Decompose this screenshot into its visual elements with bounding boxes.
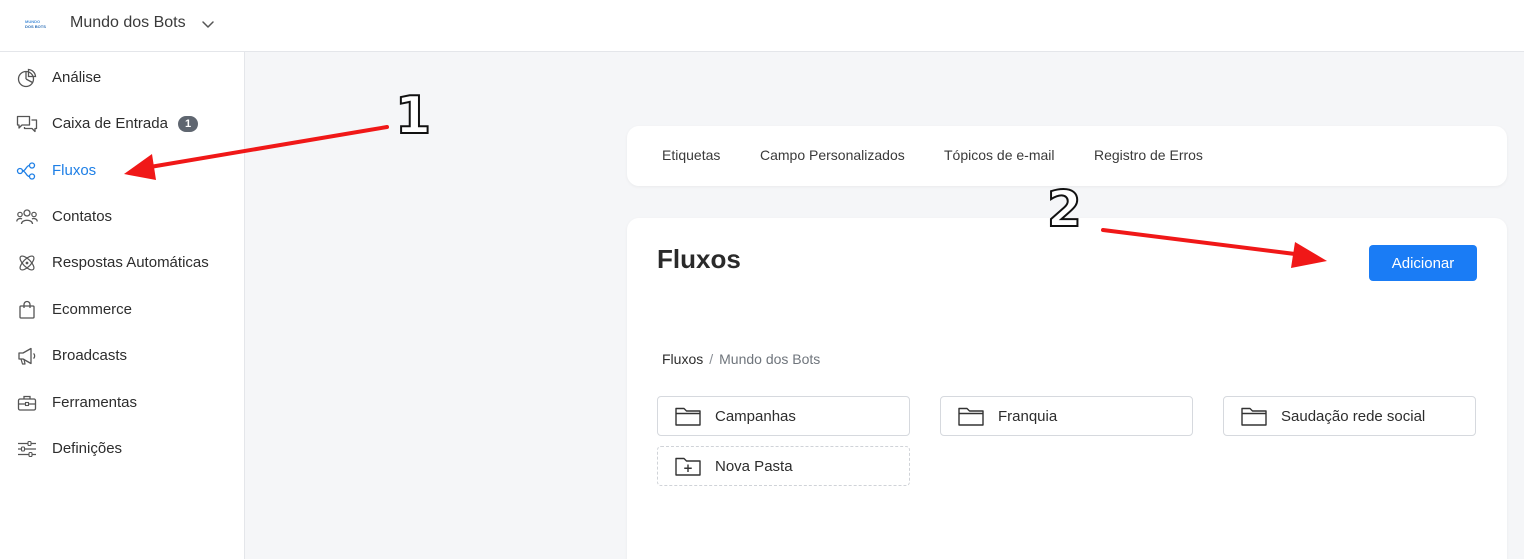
- add-button[interactable]: Adicionar: [1369, 245, 1477, 281]
- sidebar-item-respostas-automaticas[interactable]: Respostas Automáticas: [0, 243, 244, 283]
- unread-count-badge: 1: [178, 116, 198, 132]
- folder-icon: [675, 407, 701, 426]
- flow-nodes-icon: [16, 162, 36, 180]
- sidebar-item-label: Fluxos: [52, 162, 97, 179]
- tab-etiquetas[interactable]: Etiquetas: [662, 147, 720, 163]
- brand-logo[interactable]: MUNDO DOS BOTS: [25, 17, 53, 31]
- atom-icon: [19, 255, 35, 271]
- new-folder-button[interactable]: Nova Pasta: [657, 446, 910, 486]
- sidebar: Análise Caixa de Entrada 1 Fluxos Contat…: [0, 52, 245, 559]
- flows-panel: Fluxos Adicionar Fluxos / Mundo dos Bots C…: [627, 218, 1507, 559]
- folder-icon: [958, 407, 984, 426]
- chevron-down-icon[interactable]: [201, 17, 215, 31]
- sidebar-item-ferramentas[interactable]: Ferramentas: [0, 383, 244, 423]
- sliders-icon: [18, 440, 36, 458]
- sidebar-item-definicoes[interactable]: Definições: [0, 429, 244, 469]
- chat-bubbles-icon: [16, 115, 38, 133]
- sidebar-item-label: Respostas Automáticas: [52, 254, 209, 271]
- breadcrumb: Fluxos / Mundo dos Bots: [662, 351, 820, 367]
- breadcrumb-current: Mundo dos Bots: [719, 351, 821, 367]
- sidebar-item-label: Ferramentas: [52, 394, 138, 411]
- folder-plus-icon: [675, 457, 701, 476]
- tab-topicos-de-email[interactable]: Tópicos de e-mail: [944, 147, 1055, 163]
- sidebar-item-fluxos[interactable]: Fluxos: [0, 151, 244, 191]
- sidebar-item-broadcasts[interactable]: Broadcasts: [0, 336, 244, 376]
- top-bar: MUNDO DOS BOTS Mundo dos Bots: [0, 0, 1524, 52]
- logo-line-2: DOS BOTS: [25, 23, 46, 29]
- workspace-name[interactable]: Mundo dos Bots: [70, 14, 186, 32]
- pie-chart-icon: [17, 68, 37, 88]
- users-icon: [16, 209, 38, 225]
- folder-icon: [1241, 407, 1267, 426]
- sidebar-item-analise[interactable]: Análise: [0, 58, 244, 98]
- sidebar-item-label: Análise: [52, 69, 102, 86]
- megaphone-icon: [18, 347, 36, 365]
- sidebar-item-label: Contatos: [52, 208, 113, 225]
- folder-label: Campanhas: [715, 408, 796, 425]
- page-title: Fluxos: [657, 244, 741, 274]
- breadcrumb-separator: /: [709, 351, 714, 367]
- folder-franquia[interactable]: Franquia: [940, 396, 1193, 436]
- sidebar-item-ecommerce[interactable]: Ecommerce: [0, 290, 244, 330]
- sidebar-item-label: Caixa de Entrada: [52, 115, 168, 132]
- sidebar-item-label: Ecommerce: [52, 301, 133, 318]
- breadcrumb-root[interactable]: Fluxos: [662, 351, 703, 367]
- flow-tabs-bar: Etiquetas Campo Personalizados Tópicos d…: [627, 126, 1507, 186]
- sidebar-item-contatos[interactable]: Contatos: [0, 197, 244, 237]
- tab-campo-personalizados[interactable]: Campo Personalizados: [760, 147, 905, 163]
- logo-line-1: MUNDO: [25, 18, 41, 24]
- folder-label: Saudação rede social: [1281, 408, 1426, 425]
- sidebar-item-label: Broadcasts: [52, 347, 128, 364]
- toolbox-icon: [17, 395, 37, 411]
- sidebar-item-label: Definições: [52, 440, 123, 457]
- folder-label: Nova Pasta: [715, 458, 793, 475]
- tab-registro-de-erros[interactable]: Registro de Erros: [1094, 147, 1203, 163]
- folder-campanhas[interactable]: Campanhas: [657, 396, 910, 436]
- sidebar-item-caixa-de-entrada[interactable]: Caixa de Entrada 1: [0, 104, 244, 144]
- folder-label: Franquia: [998, 408, 1058, 425]
- annotation-number-1: 1: [394, 85, 432, 147]
- folder-saudacao-rede-social[interactable]: Saudação rede social: [1223, 396, 1476, 436]
- shopping-bag-icon: [19, 300, 35, 319]
